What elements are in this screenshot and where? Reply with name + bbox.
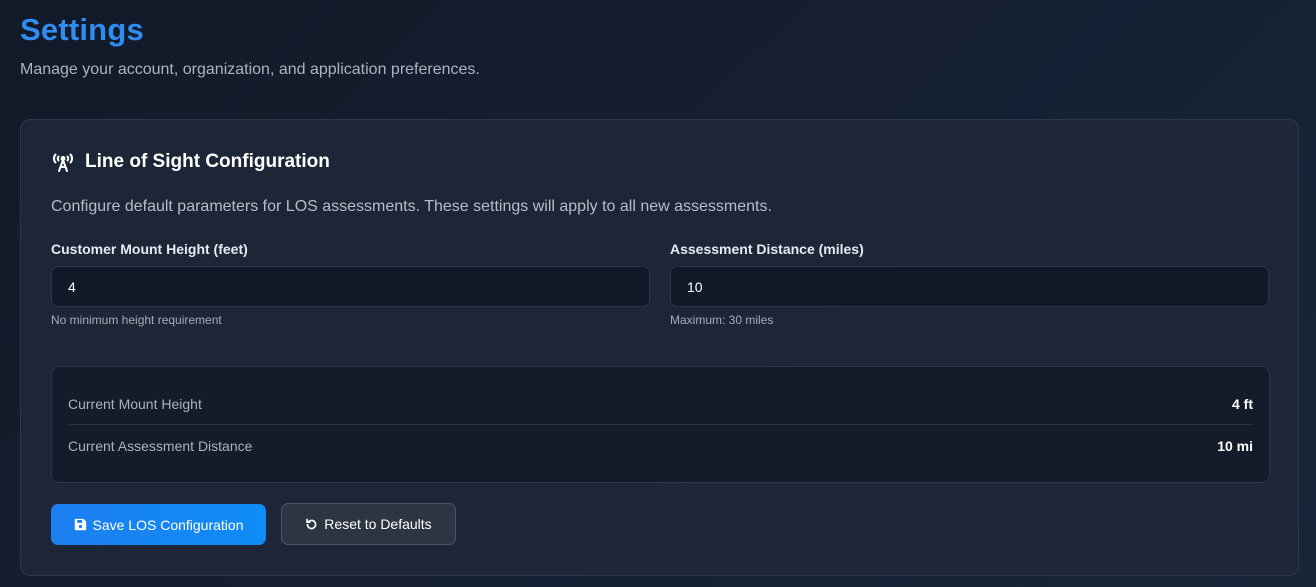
- mount-height-help: No minimum height requirement: [51, 313, 222, 327]
- assessment-distance-help: Maximum: 30 miles: [670, 313, 774, 327]
- reset-to-defaults-button[interactable]: Reset to Defaults: [281, 503, 456, 545]
- save-icon: [74, 518, 87, 531]
- current-values-summary: Current Mount Height 4 ft Current Assess…: [51, 366, 1270, 483]
- save-button-label: Save LOS Configuration: [92, 516, 244, 533]
- summary-label: Current Mount Height: [68, 395, 202, 412]
- summary-row-mount-height: Current Mount Height 4 ft: [68, 383, 1253, 425]
- page-title: Settings: [20, 12, 144, 47]
- summary-value: 10 mi: [1217, 438, 1253, 454]
- page-subtitle: Manage your account, organization, and a…: [20, 61, 480, 78]
- broadcast-tower-icon: [51, 150, 75, 174]
- card-description: Configure default parameters for LOS ass…: [51, 198, 772, 215]
- mount-height-label: Customer Mount Height (feet): [51, 241, 248, 257]
- mount-height-input[interactable]: [51, 266, 650, 307]
- assessment-distance-input[interactable]: [670, 266, 1269, 307]
- save-los-configuration-button[interactable]: Save LOS Configuration: [51, 504, 266, 545]
- card-title: Line of Sight Configuration: [85, 151, 330, 172]
- summary-value: 4 ft: [1232, 395, 1253, 412]
- mount-height-field: Customer Mount Height (feet) No minimum …: [51, 241, 650, 327]
- summary-label: Current Assessment Distance: [68, 438, 253, 454]
- assessment-distance-field: Assessment Distance (miles) Maximum: 30 …: [670, 241, 1269, 327]
- assessment-distance-label: Assessment Distance (miles): [670, 241, 864, 257]
- los-configuration-card: Line of Sight Configuration Configure de…: [20, 119, 1299, 576]
- undo-icon: [305, 518, 318, 531]
- card-header: Line of Sight Configuration: [51, 150, 330, 174]
- reset-button-label: Reset to Defaults: [324, 516, 432, 532]
- summary-row-assessment-distance: Current Assessment Distance 10 mi: [68, 425, 1253, 467]
